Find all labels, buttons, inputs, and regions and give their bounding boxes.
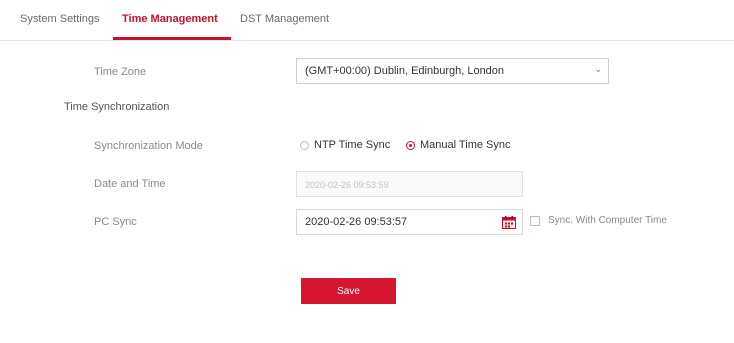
time-zone-value: (GMT+00:00) Dublin, Edinburgh, London [305, 65, 505, 77]
chevron-down-icon: ⌄ [594, 64, 602, 74]
pc-sync-label: PC Sync [94, 216, 137, 228]
manual-time-sync-label[interactable]: Manual Time Sync [420, 139, 510, 151]
tab-dst-management[interactable]: DST Management [240, 13, 329, 25]
pc-sync-input[interactable]: 2020-02-26 09:53:57 [296, 209, 523, 235]
date-time-label: Date and Time [94, 178, 166, 190]
date-time-value: 2020-02-26 09:53:59 [305, 180, 389, 190]
sync-computer-time-checkbox[interactable] [530, 216, 540, 226]
active-tab-indicator [113, 37, 231, 40]
tab-time-management[interactable]: Time Management [122, 13, 218, 25]
pc-sync-value: 2020-02-26 09:53:57 [305, 216, 408, 228]
calendar-icon[interactable] [502, 216, 516, 229]
save-button[interactable]: Save [301, 278, 396, 304]
sync-mode-label: Synchronization Mode [94, 140, 203, 152]
tab-system-settings[interactable]: System Settings [20, 13, 99, 25]
time-zone-label: Time Zone [94, 66, 147, 78]
sync-computer-time-label[interactable]: Sync. With Computer Time [548, 215, 667, 226]
time-zone-select[interactable]: (GMT+00:00) Dublin, Edinburgh, London ⌄ [296, 58, 609, 84]
time-sync-section-title: Time Synchronization [64, 101, 170, 113]
date-time-input[interactable]: 2020-02-26 09:53:59 [296, 171, 523, 197]
manual-time-sync-radio[interactable] [406, 141, 415, 150]
time-management-page: System Settings Time Management DST Mana… [0, 0, 734, 343]
ntp-time-sync-radio[interactable] [300, 141, 309, 150]
tab-bar: System Settings Time Management DST Mana… [0, 0, 734, 41]
ntp-time-sync-label[interactable]: NTP Time Sync [314, 139, 390, 151]
